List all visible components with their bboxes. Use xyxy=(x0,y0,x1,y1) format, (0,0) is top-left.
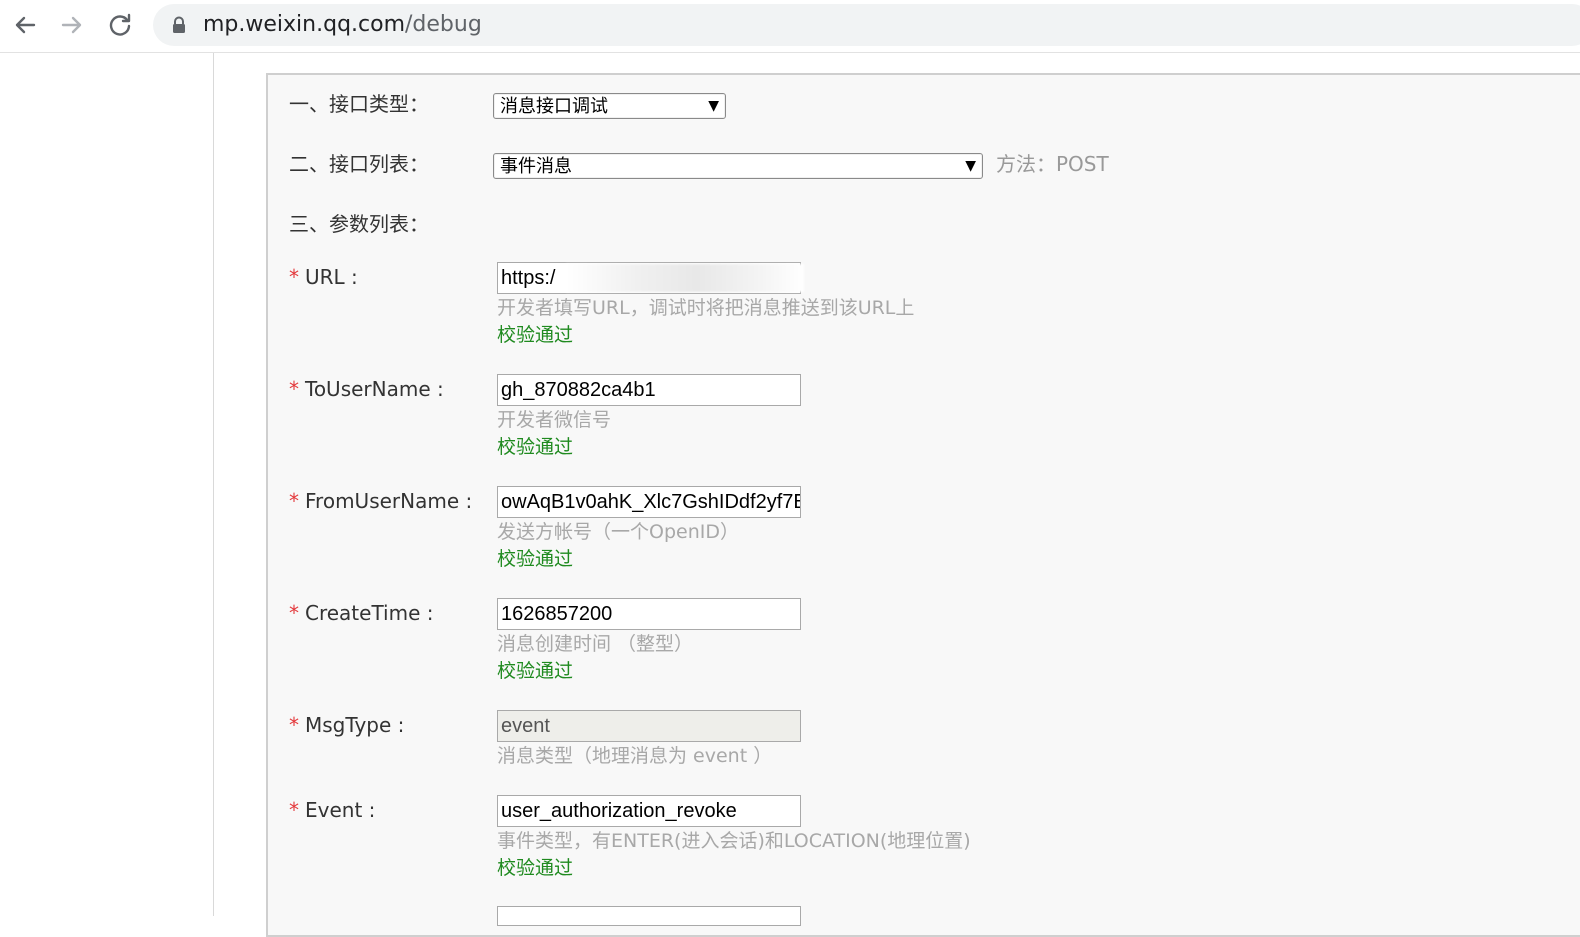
url-path: /debug xyxy=(405,12,482,37)
msgtype-input: event xyxy=(497,710,801,742)
next-param-input[interactable] xyxy=(497,906,801,926)
createtime-label-text: CreateTime : xyxy=(305,601,434,625)
required-mark: * xyxy=(289,601,299,625)
dropdown-arrow-icon: ▼ xyxy=(708,98,719,114)
required-mark: * xyxy=(289,489,299,513)
required-mark: * xyxy=(289,798,299,822)
fromusername-hint: 发送方帐号（一个OpenID） xyxy=(497,521,739,543)
interface-list-label: 二、接口列表： xyxy=(289,152,429,176)
tousername-hint: 开发者微信号 xyxy=(497,409,612,431)
event-hint: 事件类型，有ENTER(进入会话)和LOCATION(地理位置) xyxy=(497,830,971,852)
interface-list-select[interactable]: 事件消息 ▼ xyxy=(493,153,983,179)
event-validation-status: 校验通过 xyxy=(497,857,574,879)
interface-type-value: 消息接口调试 xyxy=(500,96,608,117)
redacted-url xyxy=(566,264,804,292)
required-mark: * xyxy=(289,265,299,289)
left-sidebar xyxy=(0,53,214,916)
tousername-input[interactable]: gh_870882ca4b1 xyxy=(497,374,801,406)
event-input[interactable]: user_authorization_revoke xyxy=(497,795,801,827)
createtime-hint: 消息创建时间 （整型） xyxy=(497,633,694,655)
lock-icon xyxy=(171,16,187,34)
interface-type-select[interactable]: 消息接口调试 ▼ xyxy=(493,93,726,119)
event-field-label: * Event : xyxy=(289,797,375,823)
fromusername-input[interactable]: owAqB1v0ahK_Xlc7GshIDdf2yf7E xyxy=(497,486,801,518)
url-host: mp.weixin.qq.com xyxy=(203,12,406,37)
url-hint: 开发者填写URL，调试时将把消息推送到该URL上 xyxy=(497,297,915,319)
tousername-label-text: ToUserName : xyxy=(305,377,444,401)
browser-toolbar: mp.weixin.qq.com/debug xyxy=(0,0,1580,53)
dropdown-arrow-icon: ▼ xyxy=(965,158,976,174)
fromusername-label-text: FromUserName : xyxy=(305,489,473,513)
event-label-text: Event : xyxy=(305,798,376,822)
fromusername-validation-status: 校验通过 xyxy=(497,548,574,570)
param-list-label: 三、参数列表： xyxy=(289,212,429,236)
url-validation-status: 校验通过 xyxy=(497,324,574,346)
forward-icon[interactable] xyxy=(57,10,87,40)
tousername-validation-status: 校验通过 xyxy=(497,436,574,458)
fromusername-field-label: * FromUserName : xyxy=(289,488,472,514)
method-text: 方法：POST xyxy=(996,152,1109,176)
tousername-field-label: * ToUserName : xyxy=(289,376,444,402)
createtime-validation-status: 校验通过 xyxy=(497,660,574,682)
msgtype-field-label: * MsgType : xyxy=(289,712,404,738)
url-label-text: URL : xyxy=(305,265,358,289)
back-icon[interactable] xyxy=(10,10,40,40)
interface-list-value: 事件消息 xyxy=(500,156,572,177)
url-text: mp.weixin.qq.com/debug xyxy=(203,13,482,37)
createtime-input[interactable]: 1626857200 xyxy=(497,598,801,630)
msgtype-hint: 消息类型（地理消息为 event ） xyxy=(497,745,773,767)
msgtype-label-text: MsgType : xyxy=(305,713,405,737)
required-mark: * xyxy=(289,377,299,401)
url-field-label: * URL : xyxy=(289,264,358,290)
createtime-field-label: * CreateTime : xyxy=(289,600,434,626)
address-bar[interactable]: mp.weixin.qq.com/debug xyxy=(153,4,1580,46)
interface-type-label: 一、接口类型： xyxy=(289,92,429,116)
reload-icon[interactable] xyxy=(105,10,135,40)
required-mark: * xyxy=(289,713,299,737)
